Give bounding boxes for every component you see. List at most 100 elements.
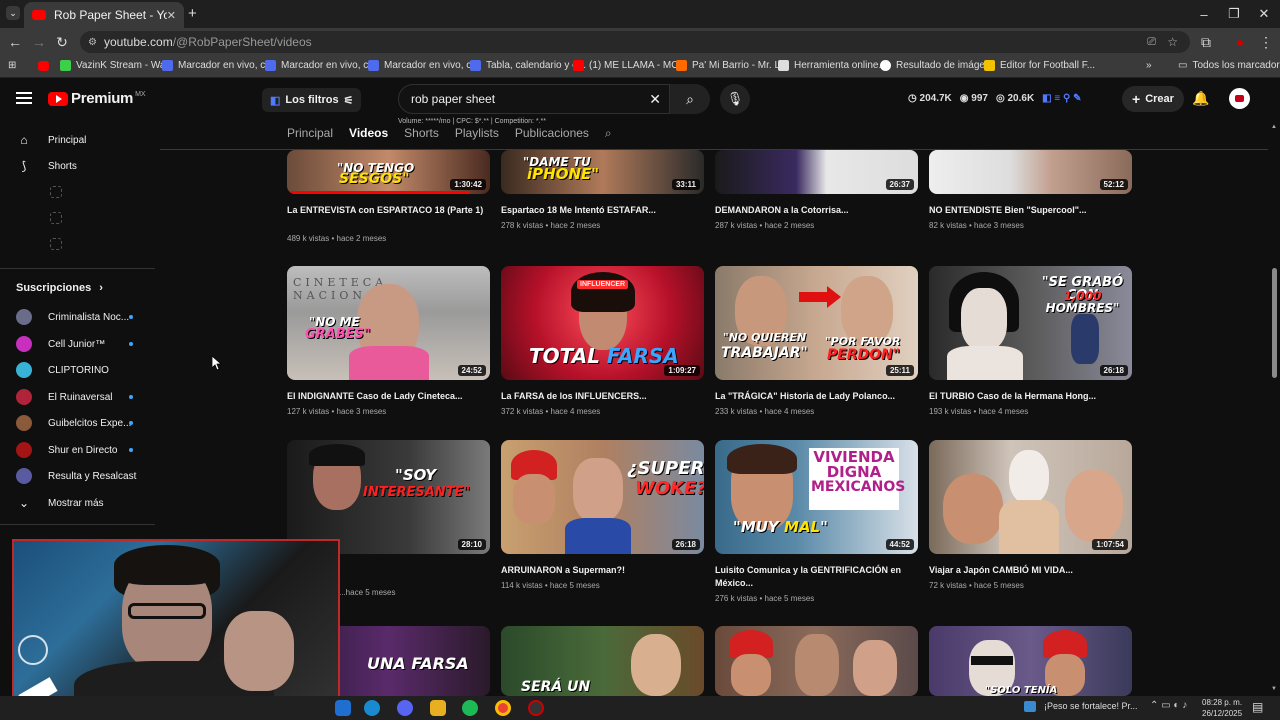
bookmark-item[interactable]: Editor for Football F... xyxy=(984,60,1095,71)
minimize-icon[interactable]: – xyxy=(1188,0,1220,28)
back-icon[interactable]: ← xyxy=(5,32,25,52)
sidebar-item-principal[interactable]: ⌂ Principal xyxy=(16,132,151,148)
spotify-icon[interactable] xyxy=(462,700,478,716)
clear-search-icon[interactable]: ✕ xyxy=(649,91,661,108)
clock[interactable]: 08:28 p. m. 26/12/2025 xyxy=(1202,697,1242,719)
taskbar-app-icon[interactable] xyxy=(335,700,351,716)
news-widget-text[interactable]: ¡Peso se fortalece! Pr... xyxy=(1044,701,1138,711)
video-title[interactable]: El INDIGNANTE Caso de Lady Cineteca... xyxy=(287,390,487,403)
bookmark-item[interactable]: Marcador en vivo, c... xyxy=(368,60,480,71)
edge-icon[interactable] xyxy=(364,700,380,716)
video-thumbnail[interactable]: CINETECA NACIONAL "NO ME GRABES" 24:52 xyxy=(287,266,490,380)
apps-grid-icon[interactable]: ⊞ xyxy=(8,60,16,71)
tab-publicaciones[interactable]: Publicaciones xyxy=(515,126,589,141)
tab-list-icon[interactable]: ⌄ xyxy=(6,6,20,20)
video-title[interactable]: Espartaco 18 Me Intentó ESTAFAR... xyxy=(501,204,701,217)
video-title[interactable]: La ENTREVISTA con ESPARTACO 18 (Parte 1) xyxy=(287,204,487,217)
search-input[interactable]: rob paper sheet ✕ xyxy=(398,84,670,114)
restore-icon[interactable]: ❐ xyxy=(1218,0,1250,28)
bookmark-item[interactable]: (1) ME LLAMA - MO... xyxy=(573,60,687,71)
video-thumbnail[interactable]: "SE GRABÓ CON 1,000 HOMBRES" 26:18 xyxy=(929,266,1132,380)
profile-icon[interactable]: ● xyxy=(1230,32,1250,52)
video-title[interactable]: La FARSA de los INFLUENCERS... xyxy=(501,390,701,403)
all-bookmarks-folder[interactable]: ▭ Todos los marcadores xyxy=(1178,60,1280,71)
bookmark-item[interactable]: VazinK Stream - Wa... xyxy=(60,60,174,71)
video-thumbnail[interactable]: 1:07:54 xyxy=(929,440,1132,554)
bookmark-item[interactable]: Marcador en vivo, c... xyxy=(265,60,377,71)
bookmark-item[interactable]: Herramienta online... xyxy=(778,60,887,71)
close-window-icon[interactable]: ✕ xyxy=(1248,0,1280,28)
new-tab-icon[interactable]: + xyxy=(188,5,197,22)
video-thumbnail[interactable]: "SOLO TENÍA xyxy=(929,626,1132,696)
subscriptions-heading[interactable]: Suscripciones › xyxy=(16,282,151,294)
browser-menu-icon[interactable]: ⋮ xyxy=(1256,32,1276,52)
video-thumbnail[interactable]: 52:12 xyxy=(929,150,1132,194)
video-thumbnail[interactable]: VIVIENDA DIGNA MEXICANOS "MUY MAL" 44:52 xyxy=(715,440,918,554)
subscription-item[interactable]: CLIPTORINO xyxy=(16,362,151,378)
video-title[interactable]: La "TRÁGICA" Historia de Lady Polanco... xyxy=(715,390,915,403)
filters-button[interactable]: ◧ Los filtros ⚟ xyxy=(262,88,362,112)
video-thumbnail[interactable]: SERÁ UN xyxy=(501,626,704,696)
page-scrollbar[interactable]: ▲ ▼ xyxy=(1268,122,1280,698)
subscription-item[interactable]: El Ruinaversal xyxy=(16,389,151,405)
tab-videos[interactable]: Videos xyxy=(349,126,388,141)
search-button[interactable]: ⌕ xyxy=(670,84,710,114)
video-thumbnail[interactable]: ¿SUPER WOKE? 26:18 xyxy=(501,440,704,554)
video-thumbnail[interactable]: 26:37 xyxy=(715,150,918,194)
video-thumbnail[interactable] xyxy=(715,626,918,696)
browser-tab[interactable]: Rob Paper Sheet - YouTube ✕ xyxy=(24,2,184,28)
news-widget-icon[interactable] xyxy=(1024,701,1036,712)
system-tray-icons[interactable]: ⌃ ▭ ◐ ♪ xyxy=(1150,700,1187,711)
address-bar[interactable]: ⚙ youtube.com/@RobPaperSheet/videos ⎚ ☆ xyxy=(80,31,1190,53)
video-thumbnail[interactable]: "SOY INTERESANTE" 28:10 xyxy=(287,440,490,554)
bookmark-item[interactable]: Resultado de imáge... xyxy=(880,60,993,71)
chrome-icon[interactable] xyxy=(495,700,511,716)
subscription-item[interactable]: Guibelcitos Expe... xyxy=(16,415,151,431)
youtube-premium-logo[interactable]: Premium MX xyxy=(48,90,146,107)
menu-icon[interactable] xyxy=(16,92,32,104)
obs-icon[interactable] xyxy=(528,700,544,716)
video-title[interactable]: NO ENTENDISTE Bien "Supercool"... xyxy=(929,204,1129,217)
extension-icon[interactable]: ◧ ≡ ⚲ ✎ xyxy=(1042,93,1081,104)
site-info-icon[interactable]: ⚙ xyxy=(88,37,97,48)
bookmark-item[interactable]: Tabla, calendario y e... xyxy=(470,60,586,71)
bookmark-item[interactable]: Pa' Mi Barrio - Mr. L... xyxy=(676,60,788,71)
tab-playlists[interactable]: Playlists xyxy=(455,126,499,141)
video-title[interactable]: Viajar a Japón CAMBIÓ MI VIDA... xyxy=(929,564,1129,577)
notifications-bell-icon[interactable]: 🔔 xyxy=(1192,90,1209,107)
notification-center-icon[interactable]: ▤ xyxy=(1252,700,1263,714)
extensions-icon[interactable]: ⧉ xyxy=(1196,32,1216,52)
more-bookmarks-icon[interactable]: » xyxy=(1146,60,1152,71)
forward-icon[interactable]: → xyxy=(29,32,49,52)
channel-search-icon[interactable]: ⌕ xyxy=(605,126,612,141)
voice-search-button[interactable]: 🎙 xyxy=(720,84,750,114)
tab-principal[interactable]: Principal xyxy=(287,126,333,141)
sidebar-item-shorts[interactable]: ⟆ Shorts xyxy=(16,158,151,174)
close-tab-icon[interactable]: ✕ xyxy=(167,9,176,22)
bookmark-star-icon[interactable]: ☆ xyxy=(1167,35,1178,49)
youtube-bookmark-icon[interactable] xyxy=(38,61,49,71)
subscription-item[interactable]: Resulta y Resalcast xyxy=(16,468,151,484)
account-avatar[interactable] xyxy=(1229,88,1250,109)
file-explorer-icon[interactable] xyxy=(430,700,446,716)
video-thumbnail[interactable]: "NO QUIEREN TRABAJAR" "POR FAVOR PERDON"… xyxy=(715,266,918,380)
reload-icon[interactable]: ↻ xyxy=(52,32,72,52)
scroll-down-icon[interactable]: ▼ xyxy=(1271,686,1277,692)
show-more-button[interactable]: ⌄ Mostrar más xyxy=(16,495,151,511)
video-thumbnail[interactable]: INFLUENCER TOTAL FARSA 1:09:27 xyxy=(501,266,704,380)
video-title[interactable]: DEMANDARON a la Cotorrisa... xyxy=(715,204,915,217)
subscription-item[interactable]: Shur en Directo xyxy=(16,442,151,458)
bookmark-item[interactable]: Marcador en vivo, c... xyxy=(162,60,274,71)
video-title[interactable]: El TURBIO Caso de la Hermana Hong... xyxy=(929,390,1129,403)
tab-shorts[interactable]: Shorts xyxy=(404,126,439,141)
video-thumbnail[interactable]: "DAME TU iPHONE" 33:11 xyxy=(501,150,704,194)
video-title[interactable]: ARRUINARON a Superman?! xyxy=(501,564,701,577)
subscription-item[interactable]: Cell Junior™ xyxy=(16,336,151,352)
install-app-icon[interactable]: ⎚ xyxy=(1147,36,1156,49)
scroll-up-icon[interactable]: ▲ xyxy=(1271,124,1277,130)
video-thumbnail[interactable]: "NO TENGO SESGOS" 1:30:42 xyxy=(287,150,490,194)
discord-icon[interactable] xyxy=(397,700,413,716)
video-title[interactable]: Luisito Comunica y la GENTRIFICACIÓN en … xyxy=(715,564,915,590)
scrollbar-thumb[interactable] xyxy=(1272,268,1277,378)
subscription-item[interactable]: Criminalista Noc... xyxy=(16,309,151,325)
